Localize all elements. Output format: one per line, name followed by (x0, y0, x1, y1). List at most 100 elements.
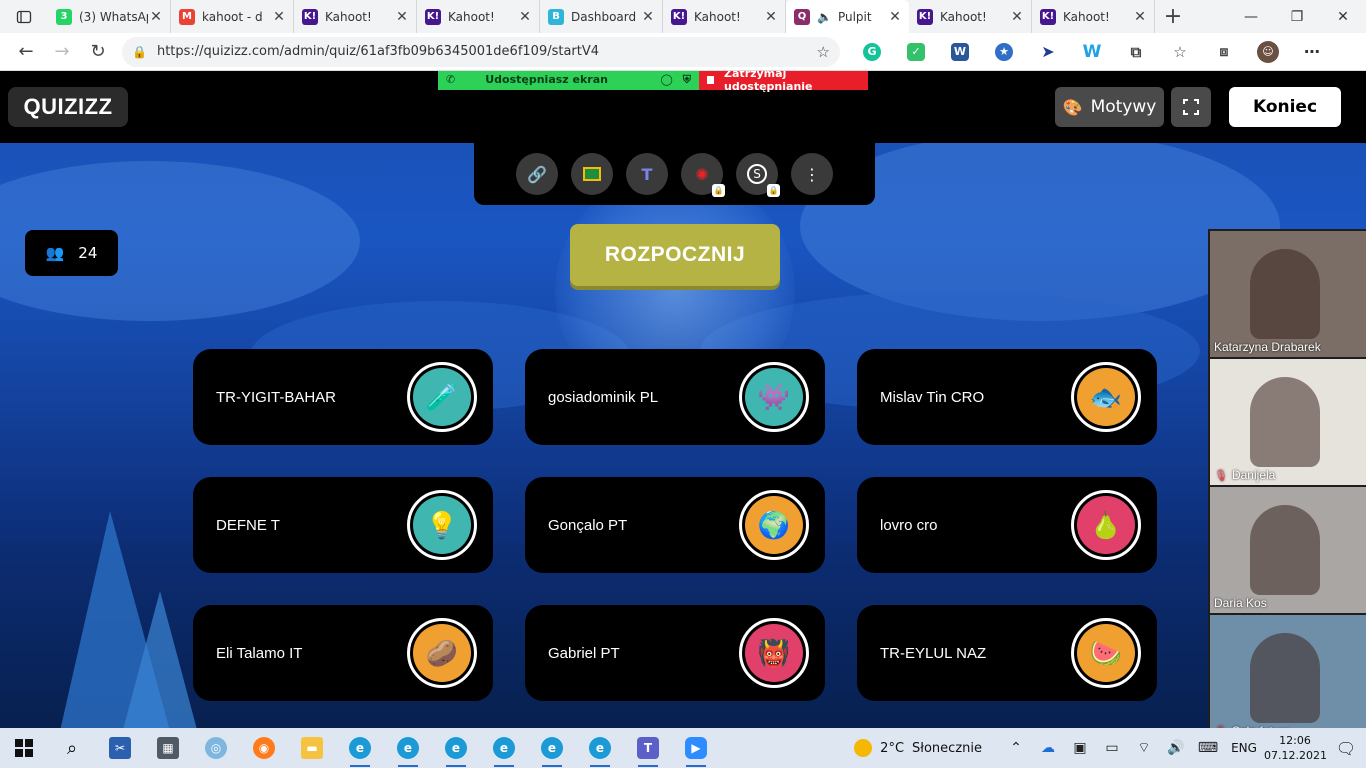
calculator-icon[interactable]: ▦ (144, 728, 192, 768)
player-card[interactable]: Gonçalo PT 🌍 (525, 477, 825, 573)
tab-close-icon[interactable]: ✕ (1009, 9, 1025, 25)
schoology-icon[interactable]: S 🔒 (736, 153, 780, 197)
edge-icon[interactable]: e (432, 728, 480, 768)
grammarly-icon[interactable]: G (850, 36, 894, 68)
browser-tab[interactable]: B Dashboard ✕ (540, 0, 663, 33)
teams-taskbar-icon[interactable]: T (624, 728, 672, 768)
edge-icon[interactable]: e (528, 728, 576, 768)
fullscreen-button[interactable] (1171, 87, 1211, 127)
video-tile[interactable]: 🎙Sala futuro (1210, 615, 1366, 728)
end-button[interactable]: Koniec (1229, 87, 1341, 127)
start-icon[interactable] (0, 728, 48, 768)
speaker-icon[interactable]: 🔈 (817, 10, 832, 24)
clock[interactable]: 12:06 07.12.2021 (1264, 733, 1327, 763)
favorite-add-icon[interactable]: ☆ (817, 43, 830, 61)
tab-close-icon[interactable]: ✕ (640, 9, 656, 25)
extension-star-icon[interactable]: ★ (982, 36, 1026, 68)
more-options-icon[interactable]: ⋮ (791, 153, 833, 195)
tab-actions-icon[interactable] (0, 0, 48, 33)
profile-avatar[interactable]: ☺ (1246, 36, 1290, 68)
tab-title: Kahoot! (940, 9, 987, 24)
tab-close-icon[interactable]: ✕ (517, 9, 533, 25)
extensions-puzzle-icon[interactable]: ⧉ (1114, 36, 1158, 68)
edge-icon[interactable]: e (384, 728, 432, 768)
collections-icon[interactable]: ⧈ (1202, 36, 1246, 68)
player-card[interactable]: gosiadominik PL 👾 (525, 349, 825, 445)
zoom-icon[interactable]: ▶ (672, 728, 720, 768)
tab-close-icon[interactable]: ✕ (271, 9, 287, 25)
player-name: Mislav Tin CRO (880, 388, 985, 406)
tab-favicon-icon: K! (671, 8, 687, 25)
stop-sharing-button[interactable]: Zatrzymaj udostępnianie (699, 71, 868, 93)
player-count-badge: 👥 24 (25, 230, 118, 276)
lock-icon: 🔒 (132, 44, 147, 59)
browser-tab[interactable]: K! Kahoot! ✕ (1032, 0, 1155, 33)
start-button[interactable]: ROZPOCZNIJ (570, 224, 780, 286)
pointer-extension-icon[interactable]: ➤ (1026, 36, 1070, 68)
video-tile[interactable]: Katarzyna Drabarek (1210, 231, 1366, 357)
wifi-icon[interactable]: ⌔ (1128, 739, 1160, 757)
display-icon[interactable]: ▣ (1064, 740, 1096, 756)
url-field[interactable]: 🔒 https://quizizz.com/admin/quiz/61af3fb… (122, 36, 840, 67)
google-classroom-icon[interactable] (571, 153, 613, 195)
back-icon[interactable]: ← (8, 36, 44, 68)
browser-tab[interactable]: K! Kahoot! ✕ (909, 0, 1032, 33)
player-card[interactable]: lovro cro 🍐 (857, 477, 1157, 573)
browser-tab[interactable]: K! Kahoot! ✕ (417, 0, 540, 33)
keyboard-icon[interactable]: ⌨ (1192, 740, 1224, 756)
browser-tab[interactable]: K! Kahoot! ✕ (294, 0, 417, 33)
player-card[interactable]: TR-YIGIT-BAHAR 🧪 (193, 349, 493, 445)
player-card[interactable]: TR-EYLUL NAZ 🍉 (857, 605, 1157, 701)
tab-close-icon[interactable]: ✕ (763, 9, 779, 25)
browser-tab[interactable]: 3 (3) WhatsApp✕ (48, 0, 171, 33)
restore-icon[interactable]: ❐ (1274, 0, 1320, 33)
player-card[interactable]: Mislav Tin CRO 🐟 (857, 349, 1157, 445)
browser-tab[interactable]: Q 🔈 Pulpit ✕ (786, 0, 909, 33)
wordtune-icon[interactable]: W (1070, 36, 1114, 68)
forward-icon[interactable]: → (44, 36, 80, 68)
edge-icon[interactable]: e (336, 728, 384, 768)
participant-name-label: Katarzyna Drabarek (1214, 340, 1321, 354)
player-card[interactable]: DEFNE T 💡 (193, 477, 493, 573)
edge-icon[interactable]: e (576, 728, 624, 768)
player-avatar: 💡 (407, 490, 477, 560)
player-card[interactable]: Gabriel PT 👹 (525, 605, 825, 701)
close-window-icon[interactable]: ✕ (1320, 0, 1366, 33)
firefox-icon[interactable]: ◉ (240, 728, 288, 768)
video-tile[interactable]: 🎙 Danijela (1210, 359, 1366, 485)
snipping-tool-icon[interactable]: ✂ (96, 728, 144, 768)
screenshot-extension-icon[interactable]: ✓ (894, 36, 938, 68)
canvas-icon[interactable]: ✺ 🔒 (681, 153, 725, 197)
notifications-icon[interactable]: 🗨 (1326, 739, 1366, 758)
tab-close-icon[interactable]: ✕ (887, 9, 903, 25)
more-menu-icon[interactable]: ⋯ (1290, 36, 1334, 68)
video-tile[interactable]: Daria Kos (1210, 487, 1366, 613)
participant-name: Katarzyna Drabarek (1214, 340, 1321, 354)
word-icon[interactable]: W (938, 36, 982, 68)
file-explorer-icon[interactable]: ▬ (288, 728, 336, 768)
weather-widget[interactable]: 2°C Słonecznie (854, 739, 982, 757)
volume-icon[interactable]: 🔊 (1160, 740, 1192, 756)
favorites-icon[interactable]: ☆ (1158, 36, 1202, 68)
minimize-icon[interactable]: — (1228, 0, 1274, 33)
language-indicator[interactable]: ENG (1224, 741, 1264, 755)
tab-close-icon[interactable]: ✕ (394, 9, 410, 25)
browser-tab[interactable]: K! Kahoot! ✕ (663, 0, 786, 33)
palette-icon: 🎨 (1062, 97, 1083, 117)
tab-close-icon[interactable]: ✕ (148, 9, 164, 25)
new-tab-button[interactable]: + (1155, 0, 1191, 33)
edge-icon[interactable]: e (480, 728, 528, 768)
battery-icon[interactable]: ▭ (1096, 740, 1128, 756)
teams-icon[interactable]: T (626, 153, 668, 195)
media-player-icon[interactable]: ◎ (192, 728, 240, 768)
player-avatar: 👹 (739, 618, 809, 688)
tab-close-icon[interactable]: ✕ (1132, 9, 1148, 25)
reload-icon[interactable]: ↻ (80, 36, 116, 68)
themes-button[interactable]: 🎨 Motywy (1055, 87, 1164, 127)
chevron-up-icon[interactable]: ⌃ (1000, 740, 1032, 756)
link-icon[interactable]: 🔗 (516, 153, 558, 195)
search-icon[interactable]: ⌕ (48, 728, 96, 768)
player-card[interactable]: Eli Talamo IT 🥔 (193, 605, 493, 701)
onedrive-icon[interactable]: ☁ (1032, 740, 1064, 756)
browser-tab[interactable]: Mkahoot - d ✕ (171, 0, 294, 33)
